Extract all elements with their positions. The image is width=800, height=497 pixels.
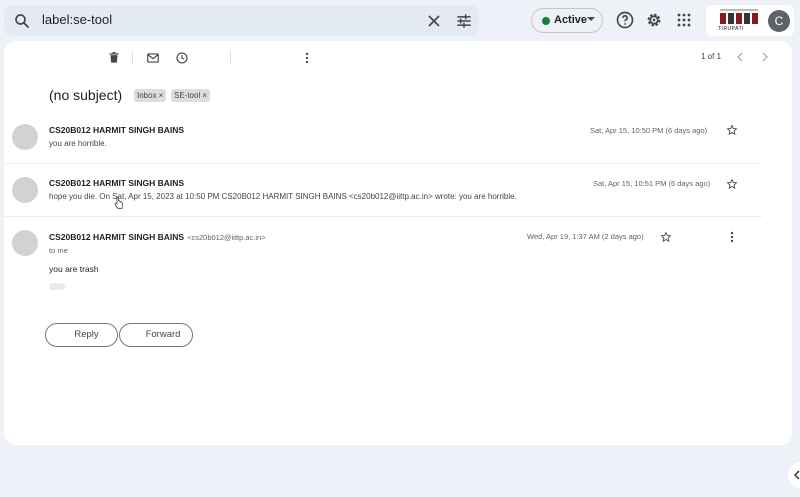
label-chip-text: SE-tool <box>174 91 201 100</box>
remove-label-icon[interactable]: × <box>159 91 164 100</box>
reply-label: Reply <box>74 329 99 340</box>
message-body: you are trash <box>49 264 99 274</box>
apps-grid-icon[interactable] <box>674 10 694 30</box>
sender-name: CS20B012 HARMIT SINGH BAINS <box>49 178 185 188</box>
status-dropdown[interactable]: Active <box>531 8 603 33</box>
chevron-left-icon <box>793 470 800 480</box>
toolbar-divider <box>132 51 133 65</box>
search-bar[interactable]: label:se-tool <box>4 5 479 36</box>
label-chip-text: Inbox <box>137 91 157 100</box>
sender-avatar <box>12 230 38 256</box>
message-divider <box>4 216 762 217</box>
sender-name: CS20B012 HARMIT SINGH BAINS <box>49 125 185 135</box>
search-icon[interactable] <box>13 12 31 30</box>
account-switcher[interactable]: TIRUPATI C <box>706 5 794 36</box>
sender-email: <cs20b012@iittp.ac.in> <box>187 233 266 242</box>
sender-avatar <box>12 124 38 150</box>
email-thread-panel: 1 of 1 (no subject) Inbox × SE-tool × CS20… <box>4 41 792 445</box>
account-avatar[interactable]: C <box>768 10 790 32</box>
side-panel-toggle[interactable] <box>788 462 800 488</box>
chevron-left-icon[interactable] <box>734 51 746 63</box>
message-date: Wed, Apr 19, 1:37 AM (2 days ago) <box>527 232 644 241</box>
settings-gear-icon[interactable] <box>644 10 664 30</box>
mouse-cursor-icon <box>114 196 123 209</box>
reply-button[interactable]: Reply <box>45 323 118 347</box>
search-options-icon[interactable] <box>454 11 474 31</box>
show-trimmed-content-button[interactable] <box>49 283 65 290</box>
forward-button[interactable]: Forward <box>119 323 193 347</box>
top-bar: label:se-tool Active TIRUPATI C <box>0 0 800 40</box>
message-date: Sat, Apr 15, 10:51 PM (6 days ago) <box>593 179 711 188</box>
star-icon[interactable] <box>726 124 738 136</box>
delete-icon[interactable] <box>107 51 121 65</box>
sender-name-text: CS20B012 HARMIT SINGH BAINS <box>49 232 185 242</box>
status-dot-icon <box>542 17 550 25</box>
message-more-icon[interactable] <box>727 231 737 243</box>
label-chip-inbox[interactable]: Inbox × <box>134 89 167 102</box>
pagination-text: 1 of 1 <box>701 52 722 61</box>
snooze-clock-icon[interactable] <box>175 51 189 65</box>
message-divider <box>4 163 762 164</box>
thread-subject: (no subject) <box>49 87 123 103</box>
star-icon[interactable] <box>660 231 672 243</box>
sender-avatar <box>12 177 38 203</box>
message-snippet: you are horrible. <box>49 139 107 148</box>
clear-search-icon[interactable] <box>424 11 444 31</box>
forward-label: Forward <box>145 329 181 340</box>
caret-down-icon <box>587 17 595 21</box>
mark-unread-icon[interactable] <box>146 51 160 65</box>
logo-caption: TIRUPATI <box>718 26 745 32</box>
more-options-icon[interactable] <box>300 51 314 65</box>
help-icon[interactable] <box>615 10 635 30</box>
label-chip-se-tool[interactable]: SE-tool × <box>171 89 210 102</box>
star-icon[interactable] <box>726 178 738 190</box>
chevron-right-icon[interactable] <box>759 51 771 63</box>
remove-label-icon[interactable]: × <box>202 91 207 100</box>
toolbar-divider <box>230 51 231 65</box>
status-label: Active <box>554 14 588 26</box>
message-date: Sat, Apr 15, 10:50 PM (6 days ago) <box>590 126 708 135</box>
sender-name: CS20B012 HARMIT SINGH BAINS <cs20b012@iit… <box>49 232 266 242</box>
search-query[interactable]: label:se-tool <box>42 12 112 27</box>
recipient-line[interactable]: to me <box>49 246 68 255</box>
